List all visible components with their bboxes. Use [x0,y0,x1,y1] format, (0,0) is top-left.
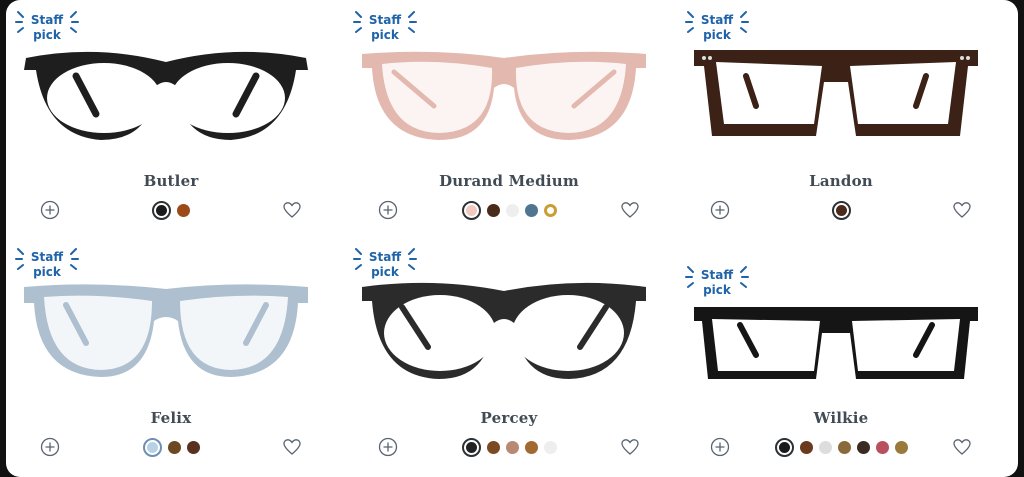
heart-outline-icon[interactable] [282,200,302,220]
swatch[interactable] [875,440,889,454]
product-name[interactable]: Percey [344,409,674,427]
product-name[interactable]: Felix [6,409,336,427]
svg-text:Staff: Staff [31,250,63,264]
svg-text:Staff: Staff [701,13,733,27]
product-card-landon[interactable]: Staff pick Landon [676,0,1006,236]
product-card-felix[interactable]: Staff pick Felix [6,237,336,473]
product-actions [6,198,336,222]
product-name[interactable]: Landon [676,172,1006,190]
product-card-butler[interactable]: Staff pick Butler [6,0,336,236]
heart-outline-icon[interactable] [282,437,302,457]
swatch[interactable] [799,440,813,454]
swatch[interactable] [543,203,557,217]
swatch-selected[interactable] [152,200,171,220]
product-card-durand-medium[interactable]: Staff pick Durand Medium [344,0,674,236]
swatch[interactable] [856,440,870,454]
swatch[interactable] [177,203,190,217]
product-card-percey[interactable]: Staff pick Percey [344,237,674,473]
swatch[interactable] [818,440,832,454]
swatch[interactable] [837,440,851,454]
swatch-selected[interactable] [461,200,481,220]
product-actions [344,198,674,222]
glasses-image[interactable] [354,273,654,383]
swatch[interactable] [186,440,200,454]
glasses-image[interactable] [686,297,986,387]
product-actions [676,198,1006,222]
product-card-wilkie[interactable]: Staff pick Wilkie [676,237,1006,473]
svg-text:pick: pick [703,283,732,297]
glasses-image[interactable] [354,36,654,146]
product-name[interactable]: Wilkie [676,409,1006,427]
swatch-selected[interactable] [461,437,481,457]
swatch-selected[interactable] [831,200,851,220]
svg-text:Staff: Staff [369,13,401,27]
product-name[interactable]: Durand Medium [344,172,674,190]
swatch-selected[interactable] [774,437,794,457]
swatch-selected[interactable] [142,437,162,457]
svg-text:Staff: Staff [369,250,401,264]
svg-text:Staff: Staff [701,268,733,282]
heart-outline-icon[interactable] [620,200,640,220]
swatch[interactable] [167,440,181,454]
swatch[interactable] [505,203,519,217]
glasses-image[interactable] [16,273,316,383]
heart-outline-icon[interactable] [952,200,972,220]
product-grid: Staff pick Butler Staff pick Durand Medi… [6,0,1018,477]
product-name[interactable]: Butler [6,172,336,190]
heart-outline-icon[interactable] [952,437,972,457]
product-actions [676,435,1006,459]
swatch[interactable] [486,440,500,454]
swatch[interactable] [543,440,557,454]
swatch[interactable] [524,440,538,454]
swatch[interactable] [894,440,908,454]
glasses-image[interactable] [686,36,986,146]
heart-outline-icon[interactable] [620,437,640,457]
svg-text:Staff: Staff [31,13,63,27]
product-actions [6,435,336,459]
product-actions [344,435,674,459]
glasses-image[interactable] [16,36,316,146]
swatch[interactable] [524,203,538,217]
swatch[interactable] [486,203,500,217]
swatch[interactable] [505,440,519,454]
